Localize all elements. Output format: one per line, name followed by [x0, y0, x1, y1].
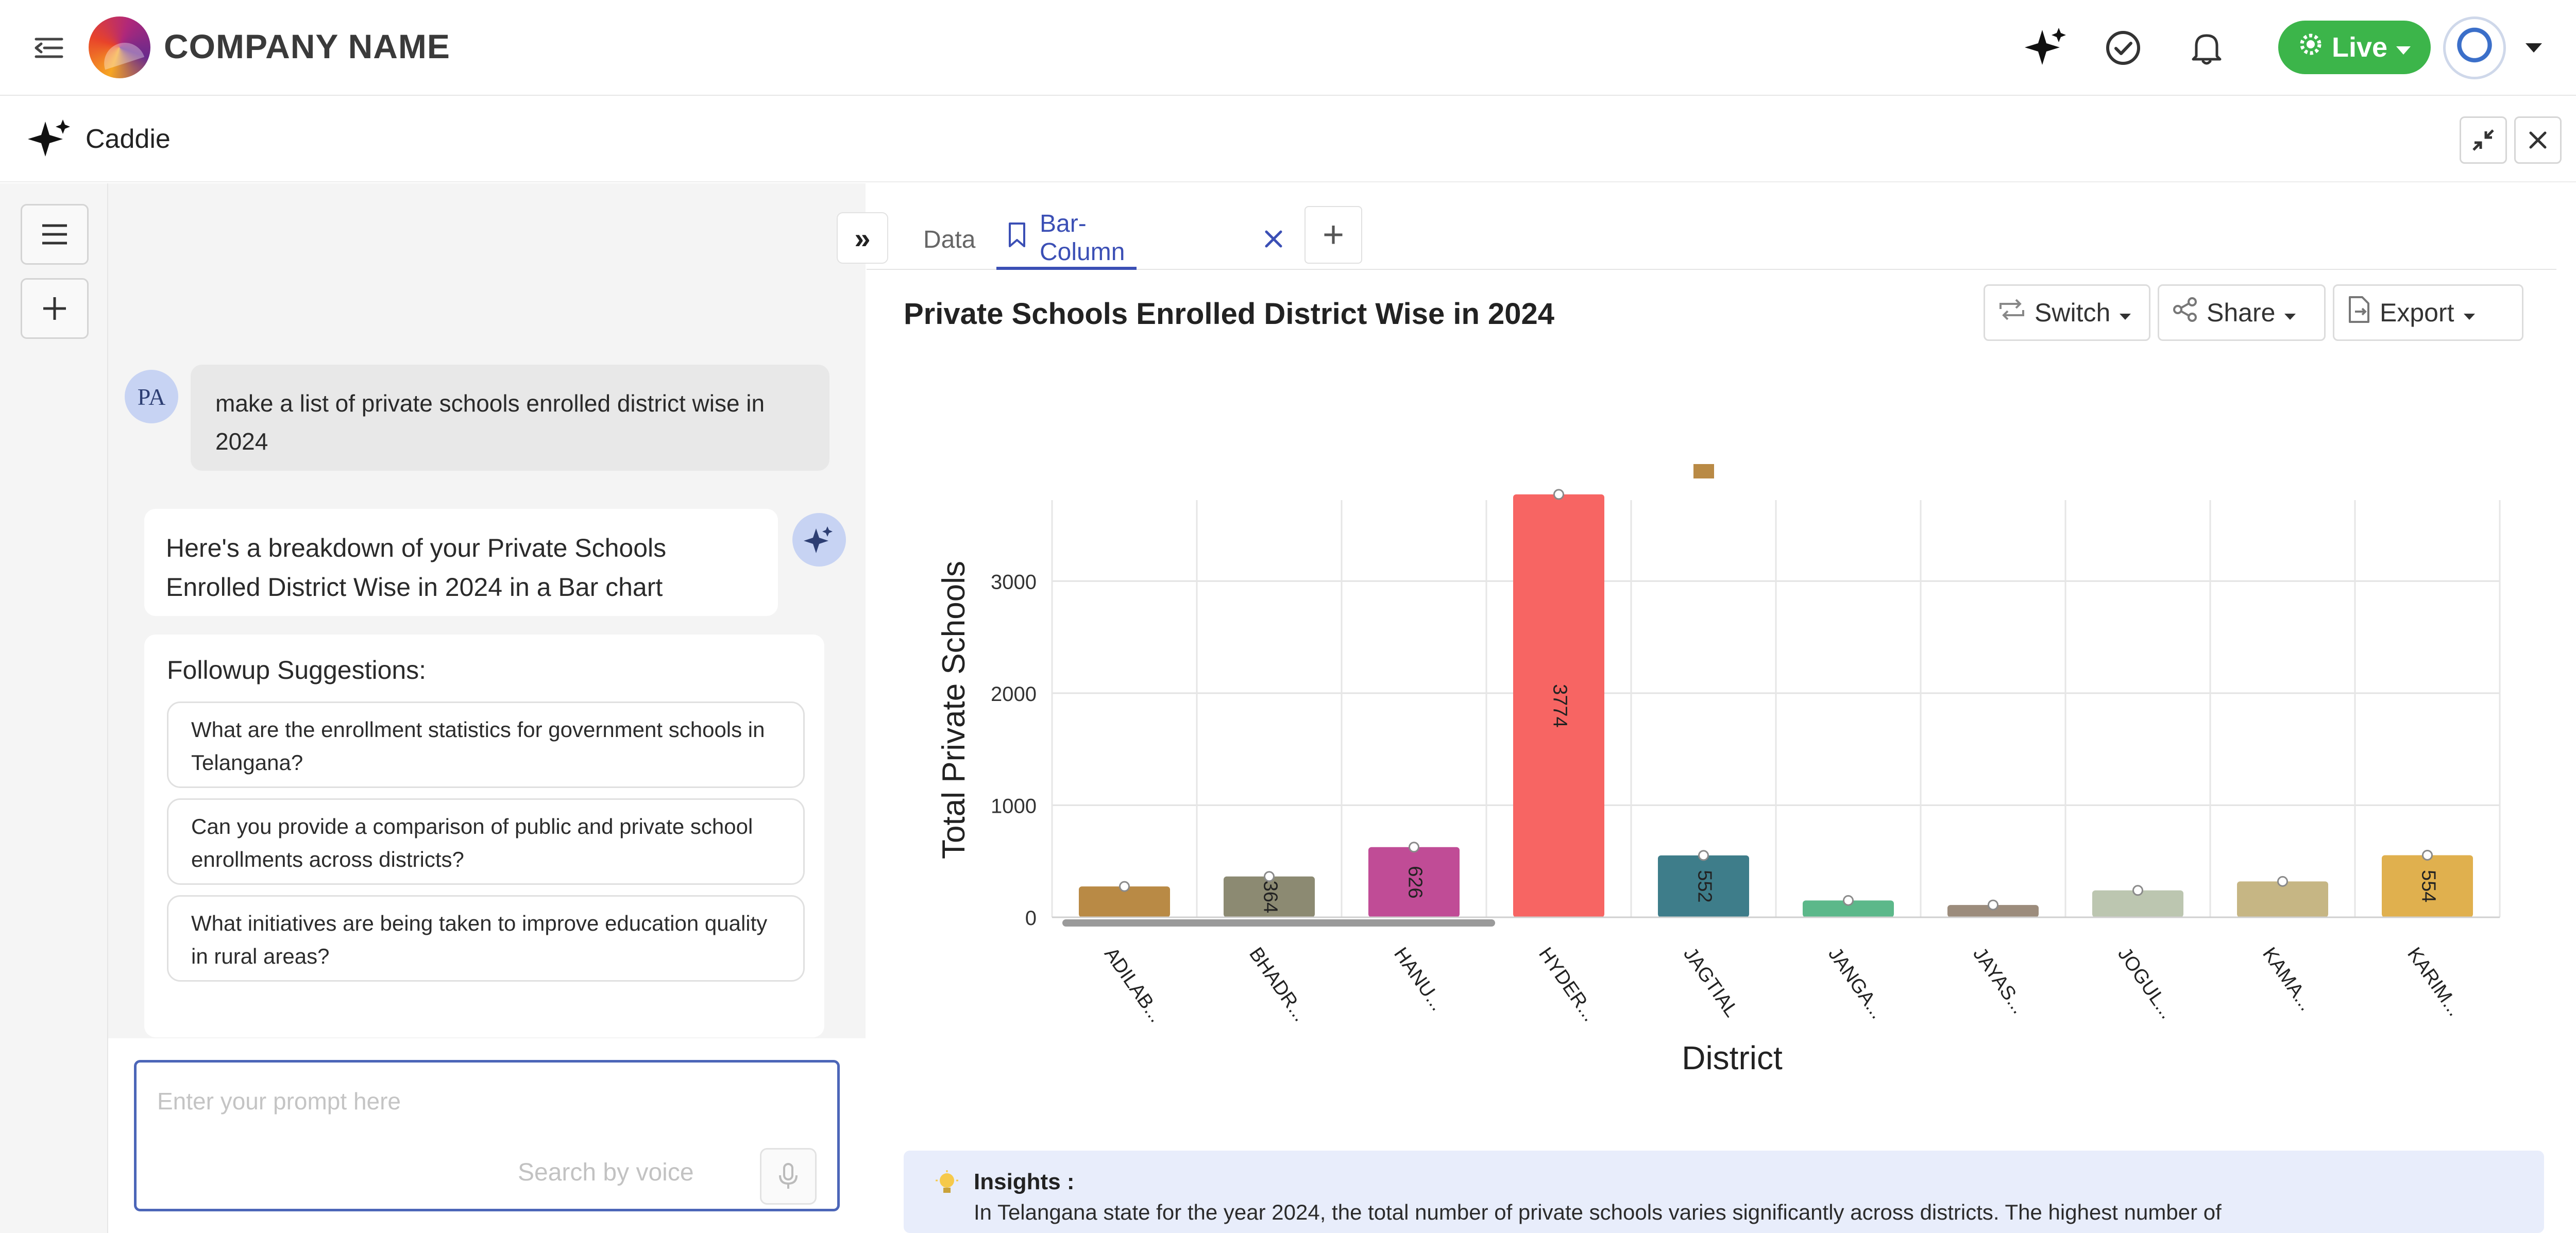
main-panel: Data Bar-Column + » Private Schools Enro… [837, 183, 2576, 1233]
minimize-icon[interactable] [2460, 116, 2507, 164]
x-tick-label: HANU... [1389, 944, 1448, 1015]
followup-item[interactable]: Can you provide a comparison of public a… [167, 798, 805, 885]
x-tick-label: HYDER... [1534, 944, 1601, 1025]
bar-marker [1264, 871, 1275, 882]
bar-marker [1409, 842, 1419, 853]
bar-marker [1698, 850, 1709, 861]
followup-title: Followup Suggestions: [167, 656, 427, 684]
gear-icon [2297, 30, 2325, 65]
bar-marker [2132, 885, 2143, 896]
sparkle-icon [27, 115, 73, 162]
y-tick-label: 1000 [991, 795, 1037, 817]
company-logo [89, 16, 150, 78]
y-tick-label: 3000 [991, 571, 1037, 593]
bar-marker [2422, 849, 2433, 861]
user-initials-avatar: PA [125, 370, 178, 423]
data-label: 554 [2417, 870, 2439, 902]
chart-menu-icon[interactable] [1693, 464, 1714, 478]
y-tick-label: 0 [1025, 907, 1037, 930]
company-name: COMPANY NAME [164, 27, 450, 65]
x-tick-label: BHADR... [1245, 944, 1311, 1025]
followup-item[interactable]: What are the enrollment statistics for g… [167, 701, 805, 788]
data-label: 364 [1259, 881, 1281, 913]
bar-chart: 0 1000 2000 3000 ADILAB... 364 BHADR... 626 HANU… [936, 464, 2501, 1076]
assistant-avatar [792, 513, 846, 567]
bar-marker [1988, 899, 1998, 911]
live-label: Live [2331, 32, 2388, 63]
sparkle-icon [804, 526, 833, 553]
left-rail [0, 183, 108, 1233]
followup-item[interactable]: What initiatives are being taken to impr… [167, 895, 805, 982]
hamburger-icon[interactable] [21, 204, 89, 265]
plus-icon[interactable] [21, 278, 89, 339]
prompt-input[interactable] [157, 1083, 775, 1119]
y-tick-label: 2000 [991, 683, 1037, 706]
close-icon[interactable] [2514, 116, 2562, 164]
chevron-down-icon [2395, 31, 2412, 63]
user-avatar[interactable] [2443, 16, 2506, 79]
microphone-icon[interactable] [760, 1148, 817, 1205]
check-circle-icon[interactable] [2100, 25, 2146, 71]
insights-panel: Insights : In Telangana state for the ye… [904, 1151, 2544, 1233]
bar-marker [1119, 881, 1130, 892]
caret-down-icon[interactable] [2523, 40, 2544, 56]
data-label: 626 [1404, 866, 1426, 898]
bot-message: Here's a breakdown of your Private Schoo… [144, 509, 778, 616]
data-label: 552 [1693, 870, 1715, 902]
bar-marker [1553, 489, 1564, 500]
data-label: 3774 [1549, 684, 1570, 728]
followup-suggestions: Followup Suggestions: What are the enrol… [144, 635, 824, 1037]
insights-text: In Telangana state for the year 2024, th… [974, 1200, 2222, 1224]
x-tick-label: ADILAB... [1100, 944, 1167, 1026]
x-axis-title: District [1682, 1039, 1783, 1076]
lightbulb-icon [933, 1169, 961, 1198]
bar-marker [2277, 876, 2288, 887]
top-header: COMPANY NAME Live [0, 0, 2576, 96]
x-tick-label: JANGA... [1824, 944, 1888, 1023]
caddie-title: Caddie [86, 124, 171, 154]
x-tick-label: JAYAS... [1969, 944, 2029, 1018]
insights-title: Insights : [974, 1169, 1075, 1194]
horizontal-scrollbar[interactable] [1062, 919, 1495, 927]
menu-collapse-icon[interactable] [31, 30, 67, 66]
user-message: make a list of private schools enrolled … [191, 365, 829, 471]
x-tick-label: KAMA... [2258, 944, 2317, 1015]
voice-search-label: Search by voice [518, 1159, 694, 1186]
chat-panel: PA make a list of private schools enroll… [108, 183, 866, 1233]
prompt-area: Search by voice [108, 1038, 866, 1233]
y-axis-title: Total Private Schools [936, 561, 972, 859]
x-tick-label: KARIM... [2403, 944, 2466, 1020]
bell-icon[interactable] [2183, 25, 2230, 71]
bar-marker [1843, 895, 1854, 906]
caddie-header: Caddie [0, 97, 2576, 182]
sparkle-icon[interactable] [2023, 25, 2069, 71]
x-tick-label: JAGTIAL [1679, 944, 1742, 1021]
live-status-button[interactable]: Live [2278, 21, 2431, 74]
prompt-box: Search by voice [134, 1060, 840, 1211]
x-tick-label: JOGUL... [2113, 944, 2178, 1023]
